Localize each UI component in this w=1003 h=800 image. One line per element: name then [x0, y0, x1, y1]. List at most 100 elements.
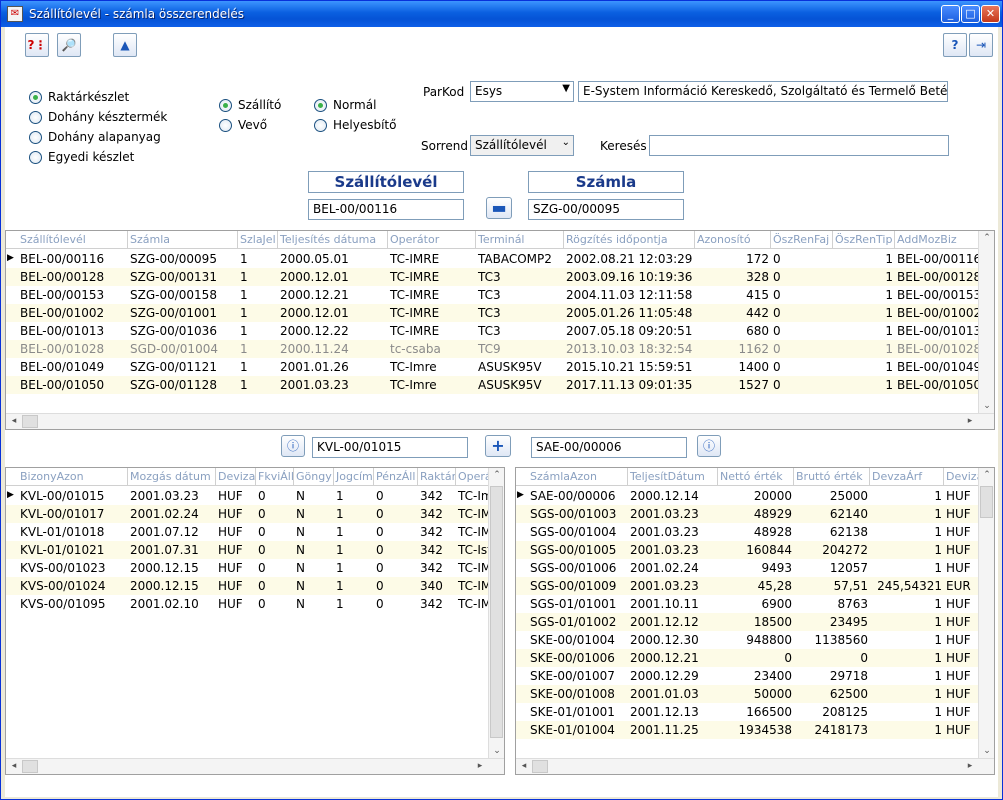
column-header[interactable]: DevzaÁrf	[870, 468, 944, 486]
table-row[interactable]: SKE-01/01001 2001.12.13 166500 208125 1 HUF	[516, 703, 984, 721]
column-header[interactable]: Deviza	[216, 468, 256, 486]
scroll-down-icon[interactable]: ⌄	[489, 746, 504, 756]
column-header[interactable]: Terminál	[476, 231, 564, 249]
table-row[interactable]: SKE-00/01006 2000.12.21 0 0 1 HUF	[516, 649, 984, 667]
vertical-scrollbar[interactable]: ⌃ ⌄	[978, 468, 994, 758]
horizontal-scrollbar[interactable]: ◂ ▸	[516, 758, 994, 774]
radio-radio_group1-1[interactable]: Dohány késztermék	[29, 110, 167, 124]
scroll-up-icon[interactable]: ⌃	[979, 233, 994, 243]
column-header[interactable]: Azonosító	[695, 231, 771, 249]
arrow-up-icon[interactable]: ▲	[113, 33, 137, 57]
help-index-icon[interactable]: ?⋮	[25, 33, 49, 57]
column-header[interactable]: Mozgás dátum	[128, 468, 216, 486]
table-row[interactable]: SGS-01/01001 2001.10.11 6900 8763 1 HUF	[516, 595, 984, 613]
table-row[interactable]: BEL-00/01013 SZG-00/01036 1 2000.12.22 TC-IM…	[6, 322, 985, 340]
scroll-left-icon[interactable]: ◂	[516, 761, 532, 771]
column-header[interactable]: Operátor	[388, 231, 476, 249]
scroll-up-icon[interactable]: ⌃	[979, 470, 994, 480]
unlink-button[interactable]: ▬	[486, 197, 512, 219]
radio-radio_group2-1[interactable]: Vevő	[219, 118, 267, 132]
column-header[interactable]: Göngy	[294, 468, 334, 486]
horizontal-scrollbar[interactable]: ◂ ▸	[6, 413, 994, 429]
column-header[interactable]: Raktár	[418, 468, 456, 486]
column-header[interactable]: Szállítólevél	[18, 231, 128, 249]
table-row[interactable]: BEL-00/00128 SZG-00/00131 1 2000.12.01 TC-IM…	[6, 268, 985, 286]
column-header[interactable]: PénzÁll	[374, 468, 418, 486]
sae-field[interactable]: SAE-00/00006	[531, 437, 687, 458]
delivery-note-grid[interactable]: Szállítólevél Számla SzlaJel Teljesítés dát…	[5, 230, 995, 430]
table-row[interactable]: SGS-00/01004 2001.03.23 48928 62138 1 HUF	[516, 523, 984, 541]
table-row[interactable]: SGS-00/01005 2001.03.23 160844 204272 1 HUF	[516, 541, 984, 559]
column-header[interactable]: ÖszRenTip	[833, 231, 895, 249]
table-row[interactable]: ▶ SAE-00/00006 2000.12.14 20000 25000 1 HUF	[516, 487, 984, 505]
scroll-thumb[interactable]	[490, 486, 503, 738]
column-header[interactable]: SzámlaAzon	[528, 468, 628, 486]
movement-grid[interactable]: BizonyAzon Mozgás dátum Deviza FkviÁll Göngy…	[5, 467, 505, 775]
table-row[interactable]: SKE-00/01008 2001.01.03 50000 62500 1 HUF	[516, 685, 984, 703]
parkod-combo[interactable]: Esys ▼	[470, 81, 574, 102]
column-header[interactable]: ÖszRenFaj	[771, 231, 833, 249]
vertical-scrollbar[interactable]: ⌃ ⌄	[978, 231, 994, 413]
sorrend-combo[interactable]: Szállítólevél ⌄	[470, 135, 574, 156]
radio-button-icon[interactable]	[29, 90, 42, 104]
table-row[interactable]: KVS-00/01023 2000.12.15 HUF 0 N 1 0 342 TC-IM	[6, 559, 496, 577]
table-row[interactable]: BEL-00/01028 SGD-00/01004 1 2000.11.24 tc-cs…	[6, 340, 985, 358]
radio-radio_group3-1[interactable]: Helyesbítő	[314, 118, 396, 132]
close-button[interactable]: ✕	[981, 5, 1000, 23]
table-row[interactable]: KVS-00/01024 2000.12.15 HUF 0 N 1 0 340 TC-IM	[6, 577, 496, 595]
radio-button-icon[interactable]	[29, 110, 42, 124]
minimize-button[interactable]: _	[941, 5, 960, 23]
radio-button-icon[interactable]	[219, 98, 232, 112]
table-row[interactable]: KVL-01/01021 2001.07.31 HUF 0 N 1 0 342 TC-Ist	[6, 541, 496, 559]
info-icon[interactable]: ⓘ	[697, 435, 721, 457]
table-row[interactable]: SKE-01/01004 2001.11.25 1934538 2418173 1 HUF	[516, 721, 984, 739]
column-header[interactable]: Jogcím	[334, 468, 374, 486]
column-header[interactable]: Teljesítés dátuma	[278, 231, 388, 249]
table-row[interactable]: BEL-00/01049 SZG-00/01121 1 2001.01.26 TC-Im…	[6, 358, 985, 376]
info-icon[interactable]: ⓘ	[281, 435, 305, 457]
help-icon[interactable]: ?	[943, 33, 967, 57]
table-row[interactable]: BEL-00/01002 SZG-00/01001 1 2000.12.01 TC-IM…	[6, 304, 985, 322]
radio-button-icon[interactable]	[314, 118, 327, 132]
column-header[interactable]: AddMozBiz	[895, 231, 985, 249]
table-row[interactable]: BEL-00/01050 SZG-00/01128 1 2001.03.23 TC-Im…	[6, 376, 985, 394]
radio-radio_group3-0[interactable]: Normál	[314, 98, 376, 112]
scroll-thumb[interactable]	[980, 486, 993, 518]
szallitolevel-field[interactable]: BEL-00/00116	[308, 199, 464, 220]
table-row[interactable]: ▶ KVL-00/01015 2001.03.23 HUF 0 N 1 0 342 TC-Im	[6, 487, 496, 505]
table-row[interactable]: ▶ BEL-00/00116 SZG-00/00095 1 2000.05.01 TC-I…	[6, 250, 985, 268]
link-button[interactable]: +	[485, 435, 511, 457]
vertical-scrollbar[interactable]: ⌃ ⌄	[488, 468, 504, 758]
maximize-button[interactable]: □	[961, 5, 980, 23]
column-header[interactable]: Nettó érték	[718, 468, 794, 486]
parkod-name-field[interactable]: E-System Információ Kereskedő, Szolgálta…	[578, 81, 948, 102]
table-row[interactable]: BEL-00/00153 SZG-00/00158 1 2000.12.21 TC-IM…	[6, 286, 985, 304]
table-row[interactable]: SGS-00/01009 2001.03.23 45,28 57,51 245,5432…	[516, 577, 984, 595]
scroll-up-icon[interactable]: ⌃	[489, 470, 504, 480]
table-row[interactable]: KVL-00/01017 2001.02.24 HUF 0 N 1 0 342 TC-IM	[6, 505, 496, 523]
table-row[interactable]: KVS-00/01095 2001.02.10 HUF 0 N 1 0 342 TC-IM	[6, 595, 496, 613]
exit-icon[interactable]: ⇥	[969, 33, 993, 57]
scroll-right-icon[interactable]: ▸	[472, 761, 488, 771]
column-header[interactable]: Rögzítés időpontja	[564, 231, 695, 249]
radio-button-icon[interactable]	[29, 150, 42, 164]
scroll-thumb[interactable]	[22, 760, 38, 773]
column-header[interactable]: BizonyAzon	[18, 468, 128, 486]
scroll-right-icon[interactable]: ▸	[962, 761, 978, 771]
horizontal-scrollbar[interactable]: ◂ ▸	[6, 758, 504, 774]
search-input[interactable]	[649, 135, 949, 156]
table-row[interactable]: SGS-00/01006 2001.02.24 9493 12057 1 HUF	[516, 559, 984, 577]
scroll-left-icon[interactable]: ◂	[6, 416, 22, 426]
radio-button-icon[interactable]	[314, 98, 327, 112]
radio-radio_group1-2[interactable]: Dohány alapanyag	[29, 130, 161, 144]
table-row[interactable]: SKE-00/01004 2000.12.30 948800 1138560 1 HUF	[516, 631, 984, 649]
column-header[interactable]: TeljesítDátum	[628, 468, 718, 486]
table-row[interactable]: SGS-01/01002 2001.12.12 18500 23495 1 HUF	[516, 613, 984, 631]
scroll-thumb[interactable]	[532, 760, 548, 773]
table-row[interactable]: SKE-00/01007 2000.12.29 23400 29718 1 HUF	[516, 667, 984, 685]
radio-button-icon[interactable]	[219, 118, 232, 132]
table-row[interactable]: KVL-01/01018 2001.07.12 HUF 0 N 1 0 342 TC-IM	[6, 523, 496, 541]
scroll-right-icon[interactable]: ▸	[962, 416, 978, 426]
radio-radio_group1-0[interactable]: Raktárkészlet	[29, 90, 129, 104]
scroll-thumb[interactable]	[22, 415, 38, 428]
